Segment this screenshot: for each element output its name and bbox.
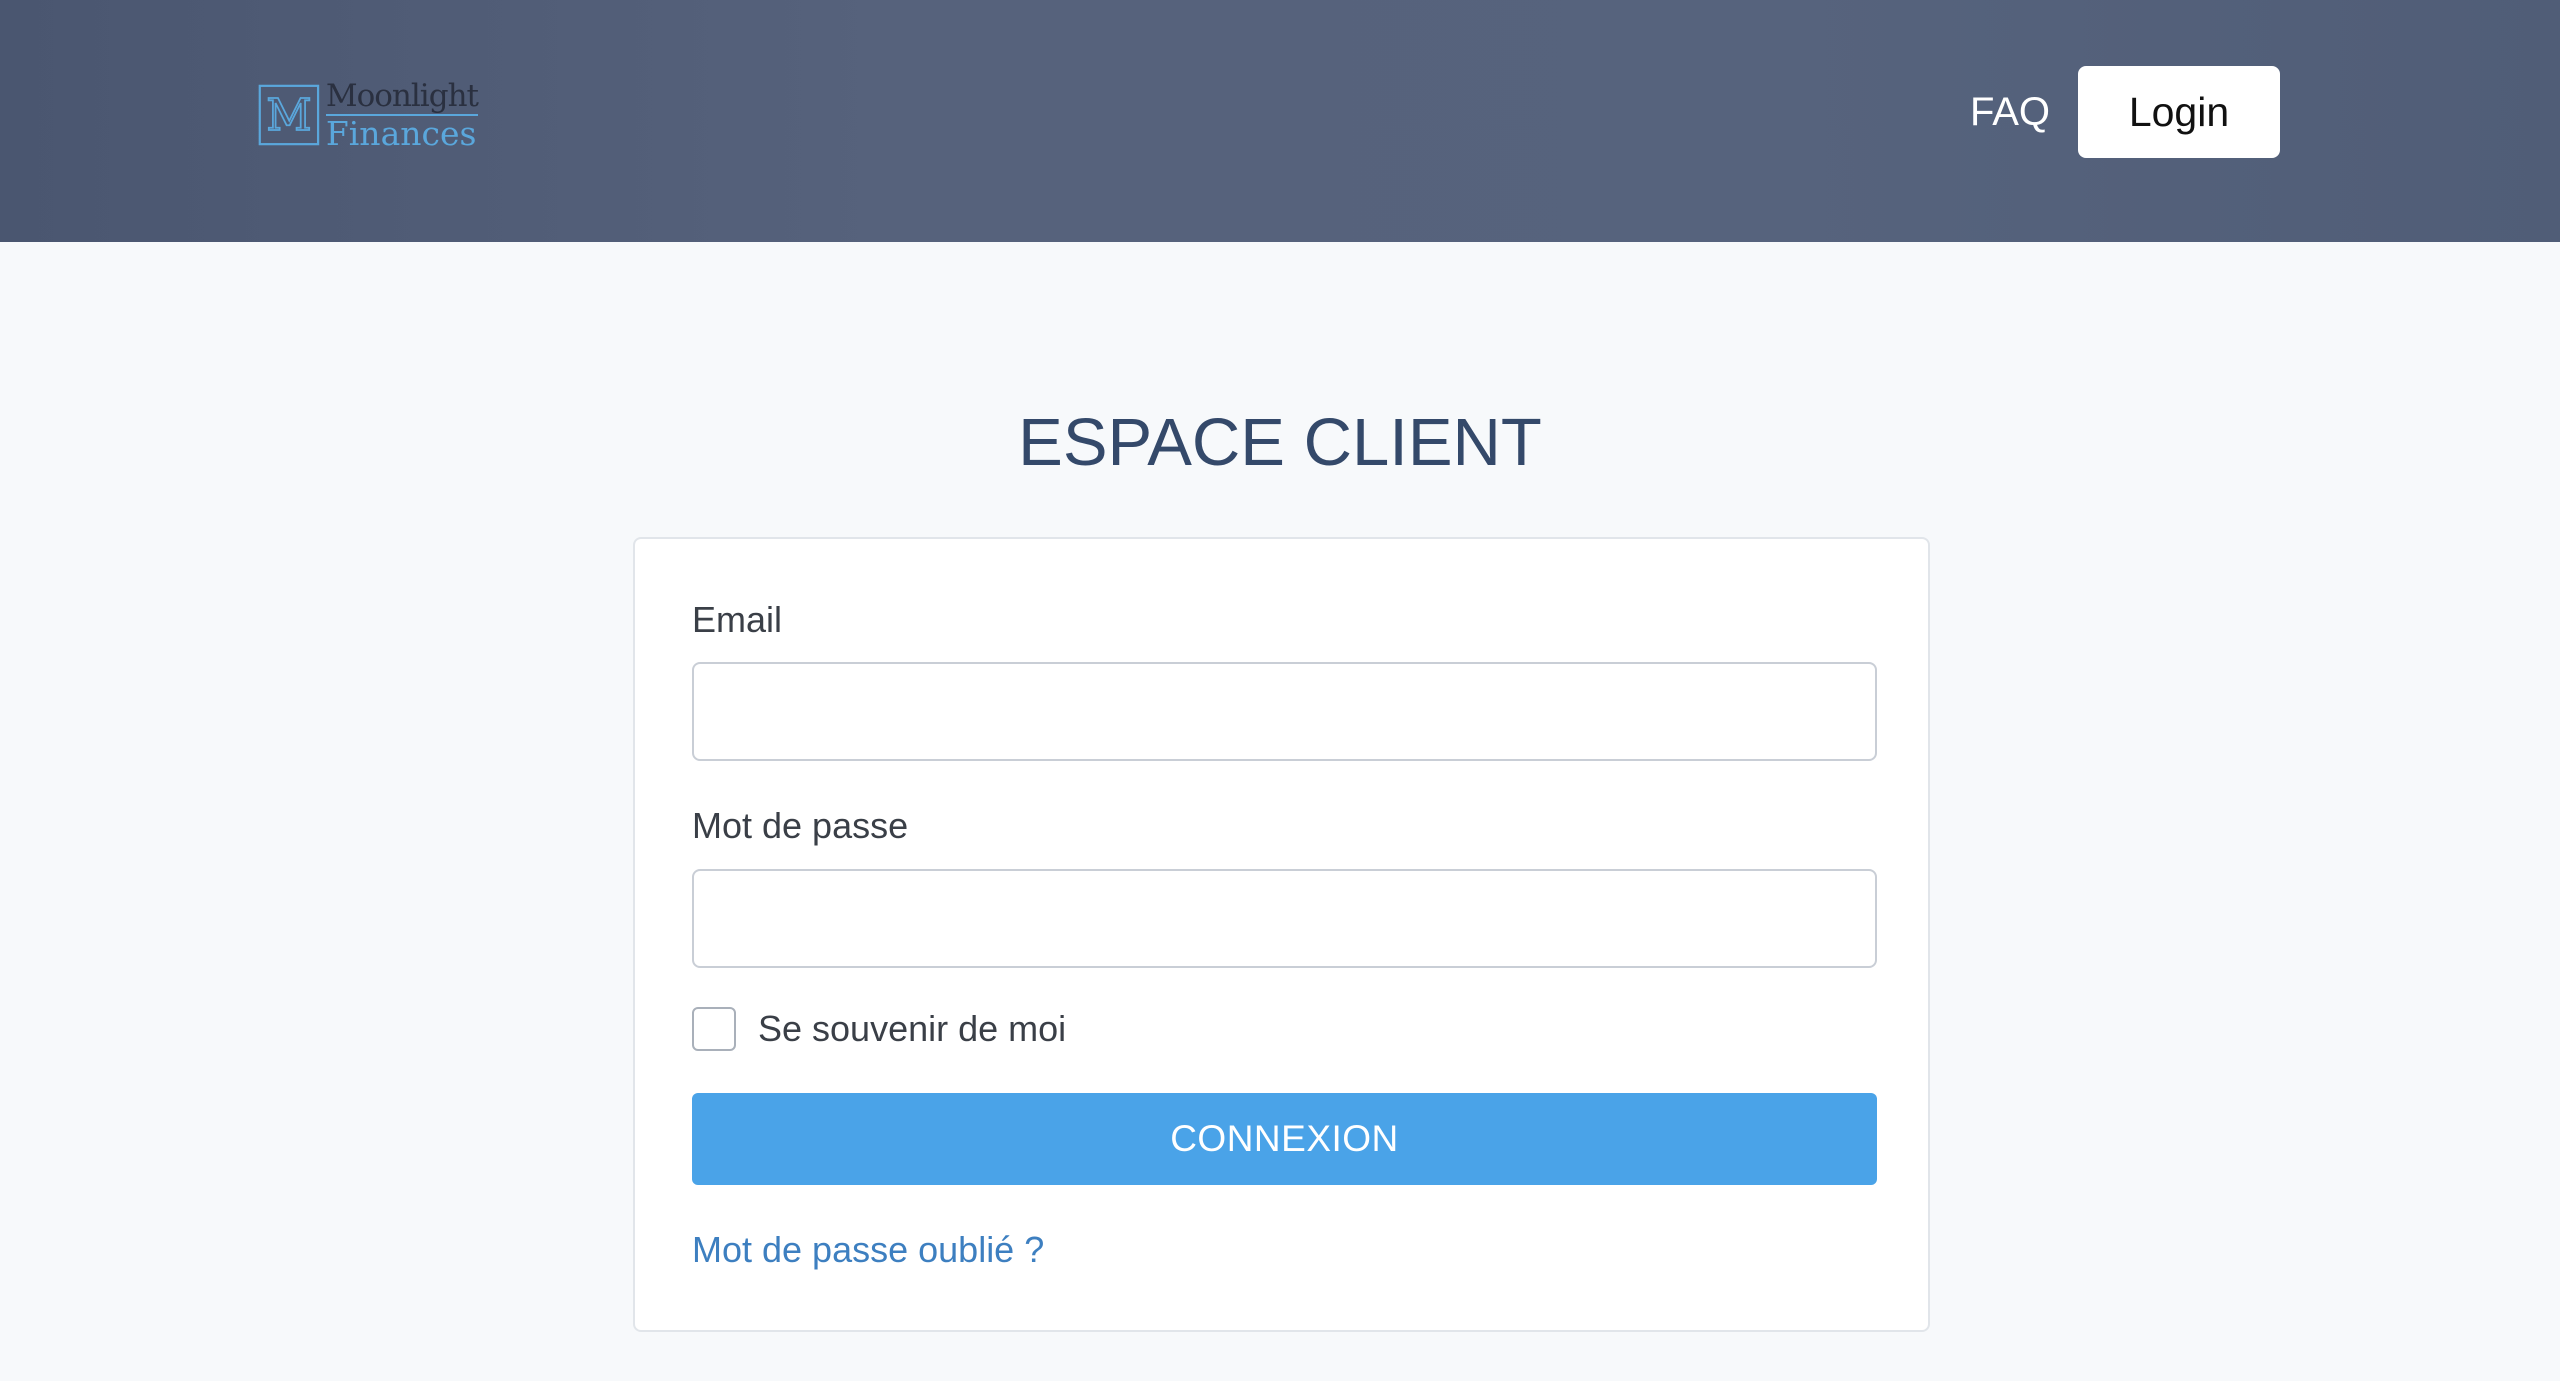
login-form-card: Email Mot de passe Se souvenir de moi CO…: [633, 537, 1930, 1332]
logo-text-line2: Finances: [325, 113, 478, 153]
connexion-button[interactable]: CONNEXION: [692, 1093, 1877, 1185]
remember-me-row[interactable]: Se souvenir de moi: [692, 1007, 1066, 1051]
logo-monogram-icon: M: [258, 84, 320, 146]
svg-text:M: M: [266, 90, 311, 141]
remember-me-label[interactable]: Se souvenir de moi: [758, 1008, 1066, 1050]
brand-logo[interactable]: M Moonlight Finances: [258, 77, 479, 153]
forgot-password-link[interactable]: Mot de passe oublié ?: [692, 1229, 1044, 1271]
login-button[interactable]: Login: [2078, 66, 2280, 158]
remember-me-checkbox[interactable]: [692, 1007, 736, 1051]
email-field[interactable]: [692, 662, 1877, 761]
logo-text-line1: Moonlight: [325, 77, 479, 114]
email-label: Email: [692, 599, 783, 640]
password-label: Mot de passe: [692, 805, 909, 846]
faq-link[interactable]: FAQ: [1970, 90, 2050, 135]
password-field[interactable]: [692, 869, 1877, 968]
logo-wordmark: Moonlight Finances: [325, 77, 479, 153]
top-nav: FAQ Login: [1970, 66, 2280, 158]
page-title: ESPACE CLIENT: [1018, 405, 1542, 480]
site-header: M Moonlight Finances FAQ Login: [0, 0, 2560, 242]
